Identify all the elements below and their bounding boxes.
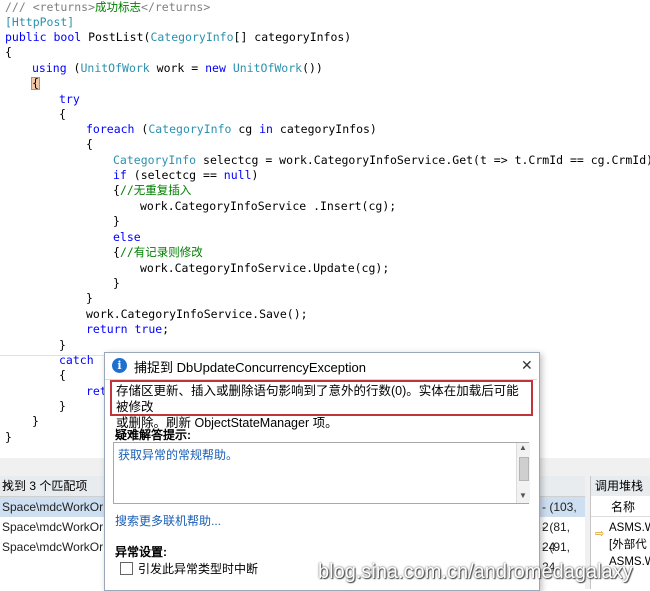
code-line: } [32,414,39,428]
code-line: {//无重复插入 [113,183,192,197]
code-line: { [32,76,39,90]
close-icon[interactable]: ✕ [521,357,533,374]
scroll-down-icon[interactable]: ▼ [519,491,527,500]
exception-settings-label: 异常设置: [115,545,167,559]
troubleshooting-label: 疑难解答提示: [115,428,191,442]
code-line: { [5,45,12,59]
break-on-exception-checkbox[interactable] [120,562,133,575]
info-icon: i [112,358,127,373]
close-icon[interactable]: ✕ [2,476,11,496]
code-line: work.CategoryInfoService.Update(cg); [140,261,390,275]
code-line: foreach (CategoryInfo cg in categoryInfo… [86,122,377,136]
exception-title: 捕捉到 DbUpdateConcurrencyException [134,360,366,375]
code-line: } [5,430,12,444]
code-line: using (UnitOfWork work = new UnitOfWork(… [32,61,323,75]
code-line: CategoryInfo selectcg = work.CategoryInf… [113,153,650,167]
call-stack-column-name[interactable]: 名称 [591,497,650,517]
call-stack-title: 调用堆栈 [591,476,650,496]
code-line: /// <returns>成功标志</returns> [5,0,211,14]
break-on-exception-label[interactable]: 引发此异常类型时中断 [138,560,258,577]
code-line: } [59,338,66,352]
search-online-help-link[interactable]: 搜索更多联机帮助... [115,512,221,529]
code-line: } [86,291,93,305]
code-line: [HttpPost] [5,15,75,29]
code-line: return true; [86,322,170,336]
code-line: } [113,214,120,228]
code-line: work.CategoryInfoService .Insert(cg); [140,199,397,213]
scrollbar[interactable]: ▲ ▼ [516,443,530,503]
general-help-link[interactable]: 获取异常的常规帮助。 [118,446,238,463]
popup-title-bar: i 捕捉到 DbUpdateConcurrencyException ✕ [105,353,537,380]
code-line: { [59,107,66,121]
watermark-text: blog.sina.com.cn/andromedagalaxy [318,561,633,583]
code-line: } [59,399,66,413]
troubleshooting-list[interactable]: 获取异常的常规帮助。 ▲ ▼ [113,442,530,504]
code-line: work.CategoryInfoService.Save(); [86,307,308,321]
scroll-up-icon[interactable]: ▲ [519,443,527,452]
code-line: { [86,137,93,151]
call-stack-row[interactable]: [外部代 [591,537,650,554]
code-line: { [59,368,66,382]
exception-message: 存储区更新、插入或删除语句影响到了意外的行数(0)。实体在加载后可能被修改 或删… [110,380,533,430]
code-line: {//有记录则修改 [113,245,203,259]
code-line: try [59,92,80,106]
code-line: else [113,230,141,244]
find-results-title: 找到 3 个匹配项 [2,479,88,493]
call-stack-row[interactable]: ASMS.W [591,520,650,537]
code-line: public bool PostList(CategoryInfo[] cate… [5,30,352,44]
exception-assistant-popup: i 捕捉到 DbUpdateConcurrencyException ✕ 存储区… [104,352,540,591]
scroll-thumb[interactable] [519,457,529,481]
code-line: catch [59,353,94,367]
code-line: } [113,276,120,290]
code-line: if (selectcg == null) [113,168,259,182]
